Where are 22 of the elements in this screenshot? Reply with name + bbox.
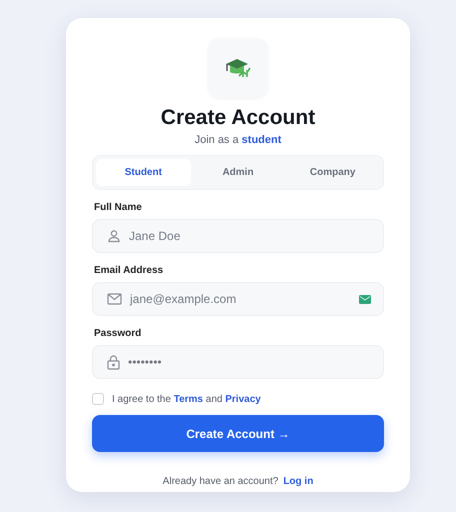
agree-text: I agree to the Terms and Privacy — [112, 394, 261, 404]
role-tab[interactable]: Company — [285, 159, 380, 186]
mail-icon — [107, 293, 122, 305]
graduation-cap-icon — [225, 58, 251, 78]
role-tab[interactable]: Student — [96, 159, 191, 186]
agree-checkbox[interactable] — [92, 393, 104, 405]
role-tab[interactable]: Admin — [190, 159, 286, 186]
field-label: Email Address — [94, 265, 164, 276]
lock-icon — [107, 354, 120, 370]
privacy-link[interactable]: Privacy — [225, 394, 261, 404]
login-link[interactable]: Log in — [283, 476, 314, 487]
field-label: Password — [94, 328, 142, 339]
password-field[interactable]: •••••••• — [92, 345, 384, 379]
name-field[interactable]: Jane Doe — [92, 219, 384, 253]
field-label: Full Name — [94, 202, 142, 213]
subtitle: Join as a student — [194, 134, 282, 146]
page-title: Create Account — [160, 106, 316, 130]
create-account-button[interactable]: Create Account → — [92, 415, 384, 452]
email-field[interactable]: jane@example.com — [92, 282, 384, 316]
terms-link[interactable]: Terms — [174, 394, 203, 404]
login-prompt: Already have an account? — [162, 476, 278, 487]
person-icon — [107, 229, 121, 243]
